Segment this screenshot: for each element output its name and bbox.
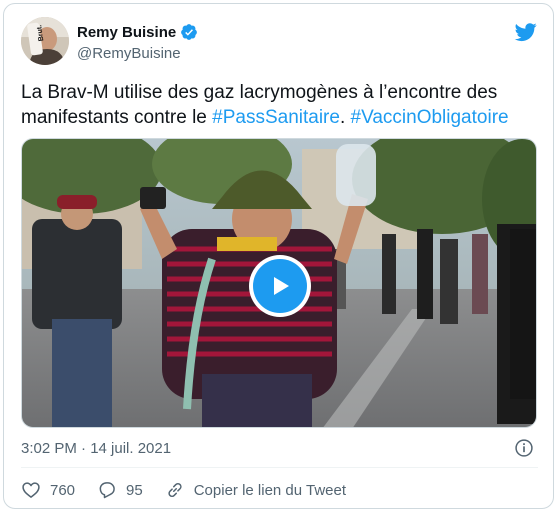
copy-link-action[interactable]: Copier le lien du Tweet: [165, 480, 346, 500]
divider: [21, 467, 538, 468]
tweet-text: La Brav-M utilise des gaz lacrymogènes à…: [21, 80, 546, 130]
twitter-bird-icon[interactable]: [514, 21, 538, 43]
avatar-image: Brut.: [21, 17, 69, 65]
copy-link-label: Copier le lien du Tweet: [193, 481, 347, 499]
avatar[interactable]: Brut.: [21, 17, 69, 65]
heart-icon: [22, 482, 40, 498]
hashtag-passsanitaire[interactable]: #PassSanitaire: [212, 107, 340, 128]
verified-badge-icon: [181, 24, 198, 40]
tweet-text-separator: .: [339, 107, 351, 128]
hashtag-vaccinobligatoire[interactable]: #VaccinObligatoire: [351, 107, 509, 128]
like-count: 760: [50, 481, 76, 499]
reply-bubble-icon: [99, 482, 115, 499]
tweet-card[interactable]: Brut. Remy Buisine @RemyBuisine La Brav-…: [3, 3, 554, 509]
info-icon[interactable]: [514, 438, 534, 458]
tweet-actions: 760 95 Copier le lien du Tweet: [21, 478, 368, 502]
reply-action[interactable]: 95: [97, 480, 143, 500]
author-name[interactable]: Remy Buisine: [77, 24, 176, 41]
play-icon: [274, 277, 289, 295]
video-media[interactable]: [21, 138, 537, 428]
like-action[interactable]: 760: [21, 480, 75, 500]
author-handle[interactable]: @RemyBuisine: [77, 45, 181, 62]
reply-count: 95: [126, 481, 143, 499]
tweet-timestamp[interactable]: 3:02 PM · 14 juil. 2021: [21, 440, 171, 457]
link-icon: [168, 482, 182, 498]
play-button[interactable]: [249, 255, 311, 317]
